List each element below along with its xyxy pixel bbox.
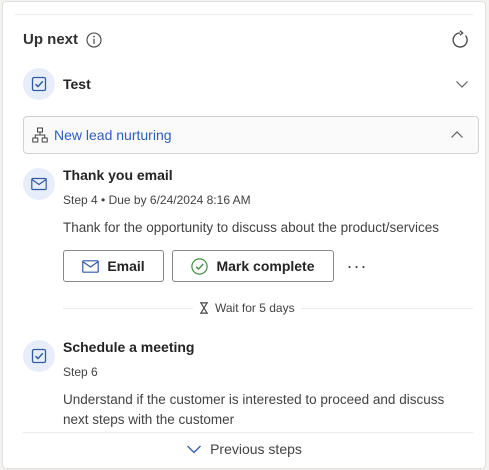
email-button-label: Email <box>107 258 145 274</box>
mail-icon <box>23 168 55 200</box>
step-title: Schedule a meeting <box>63 339 195 355</box>
refresh-icon[interactable] <box>449 29 471 51</box>
panel-title: Up next <box>23 31 79 48</box>
up-next-panel: Up next Test New lead nurturing Thank yo… <box>2 1 486 469</box>
chevron-down-icon[interactable] <box>453 75 471 93</box>
sequence-name-link[interactable]: New lead nurturing <box>54 127 172 143</box>
more-options-button[interactable]: ··· <box>342 250 372 282</box>
info-icon[interactable] <box>86 31 102 48</box>
chevron-down-icon <box>187 445 202 454</box>
wait-label: Wait for 5 days <box>215 301 295 315</box>
panel-header: Up next <box>23 31 102 48</box>
previous-steps-button[interactable]: Previous steps <box>3 441 485 457</box>
task-checkbox-icon <box>23 68 55 100</box>
footer-divider <box>23 432 473 433</box>
wait-indicator: Wait for 5 days <box>193 301 301 315</box>
step-meta: Step 6 <box>63 365 98 379</box>
activity-title: Test <box>63 76 91 92</box>
task-checkbox-icon <box>23 340 55 372</box>
hourglass-icon <box>200 302 208 314</box>
mark-complete-label: Mark complete <box>216 258 315 274</box>
step-title: Thank you email <box>63 167 173 183</box>
step-thank-you-email: Thank you email Step 4 • Due by 6/24/202… <box>23 166 473 296</box>
step-description: Understand if the customer is interested… <box>63 392 445 427</box>
org-chart-icon <box>32 127 48 143</box>
activity-row-test[interactable]: Test <box>23 67 473 101</box>
check-circle-icon <box>191 257 209 275</box>
step-meta: Step 4 • Due by 6/24/2024 8:16 AM <box>63 193 251 207</box>
previous-steps-label: Previous steps <box>210 441 302 457</box>
sequence-header[interactable]: New lead nurturing <box>23 116 479 154</box>
step-actions: Email Mark complete ··· <box>63 250 473 282</box>
top-divider <box>15 14 473 15</box>
step-schedule-meeting: Schedule a meeting Step 6 Understand if … <box>23 338 473 428</box>
chevron-up-icon[interactable] <box>448 126 466 144</box>
step-description: Thank for the opportunity to discuss abo… <box>63 220 439 235</box>
mark-complete-button[interactable]: Mark complete <box>172 250 334 282</box>
email-button[interactable]: Email <box>63 250 164 282</box>
mail-icon <box>82 259 100 273</box>
